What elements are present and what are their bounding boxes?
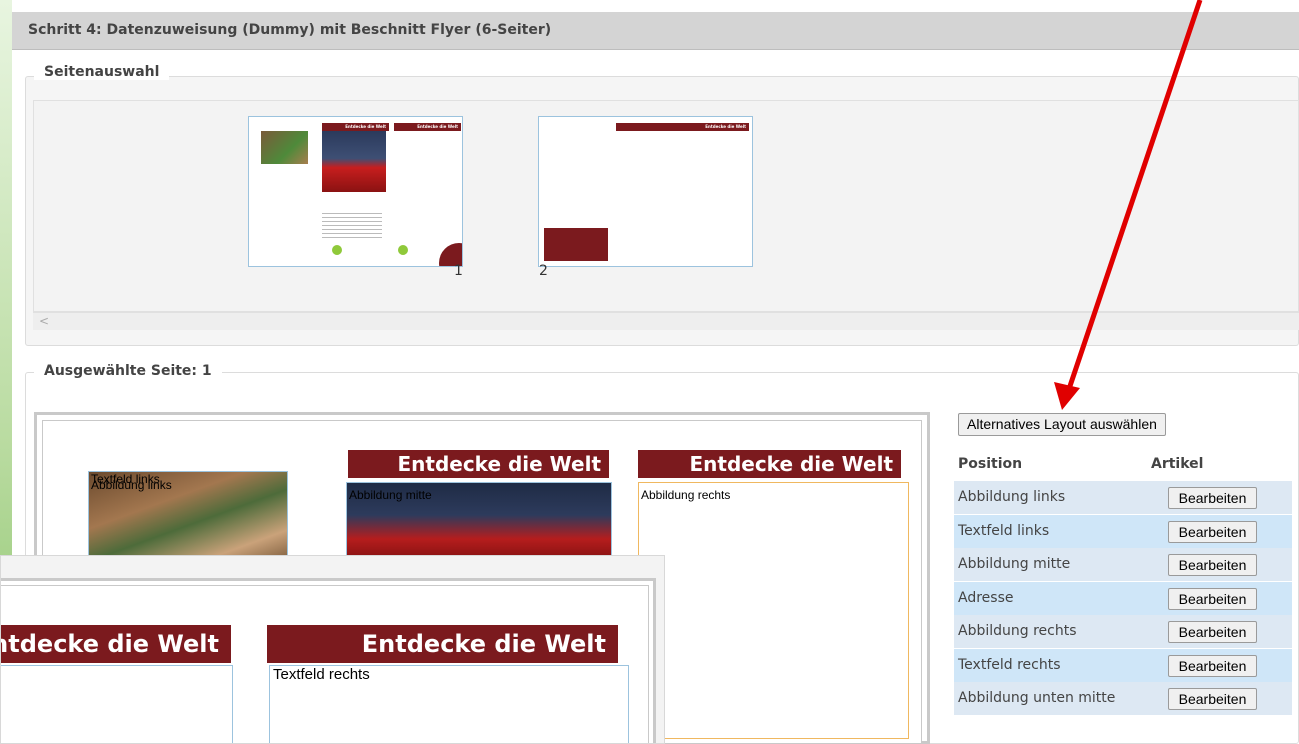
thumb-library-image [261,131,308,164]
edit-button[interactable]: Bearbeiten [1168,621,1257,643]
field-label-abbildung-links: Abbildung links [91,478,172,492]
page-selection-legend: Seitenauswahl [34,64,170,80]
step-title: Schritt 4: Datenzuweisung (Dummy) mit Be… [28,22,552,38]
banner-middle: Entdecke die Welt [348,450,609,478]
edit-button[interactable]: Bearbeiten [1168,587,1257,610]
zoom-banner-left: ntdecke die Welt [1,625,231,663]
field-abbildung-links[interactable]: Textfeld links Abbildung links [88,471,288,561]
edit-button[interactable]: Bearbeiten [1168,688,1257,710]
position-label: Textfeld rechts [958,656,1061,673]
thumb2-red-block [544,228,608,261]
selected-page-legend: Ausgewählte Seite: 1 [34,363,222,379]
thumb-text-lines [322,213,382,241]
page-thumbnail-2[interactable]: Entdecke die Welt [538,116,753,267]
thumb-green-dot-2 [398,245,408,255]
position-row: Textfeld rechts Bearbeiten [954,648,1292,682]
col-header-artikel: Artikel [1151,456,1204,472]
page-number-2: 2 [539,263,548,279]
position-label: Textfeld links [958,522,1050,539]
position-row: Textfeld links Bearbeiten [954,514,1292,548]
position-label: Adresse [958,589,1014,606]
arrow-head-icon [1054,382,1080,410]
edit-button[interactable]: Bearbeiten [1168,520,1257,543]
zoom-field-left[interactable] [1,665,233,743]
zoom-label-textfeld-rechts: Textfeld rechts [273,666,370,683]
field-label-abbildung-mitte: Abbildung mitte [349,488,432,502]
banner-right: Entdecke die Welt [638,450,901,478]
col-header-position: Position [958,456,1023,472]
field-label-abbildung-rechts: Abbildung rechts [641,488,731,502]
position-label: Abbildung mitte [958,556,1071,572]
position-label: Abbildung rechts [958,623,1077,639]
edit-button[interactable]: Bearbeiten [1168,654,1257,677]
position-label: Abbildung unten mitte [958,690,1116,706]
thumb-banner-left: Entdecke die Welt [322,123,389,131]
position-row: Adresse Bearbeiten [954,581,1292,615]
zoom-banner-right: Entdecke die Welt [267,625,618,663]
page-number-1: 1 [454,263,463,279]
edit-button[interactable]: Bearbeiten [1168,487,1257,509]
thumb-lighthouse-image [322,131,386,192]
position-row: Abbildung rechts Bearbeiten [954,615,1292,648]
position-row: Abbildung links Bearbeiten [954,481,1292,514]
zoom-field-textfeld-rechts[interactable]: Textfeld rechts [269,665,629,743]
edit-button[interactable]: Bearbeiten [1168,554,1257,576]
position-label: Abbildung links [958,489,1066,505]
red-arrow-annotation [1054,0,1203,410]
zoom-overlay: ntdecke die Welt Entdecke die Welt Textf… [0,555,665,744]
scroll-left-icon[interactable]: < [39,314,49,328]
thumb2-banner: Entdecke die Welt [616,123,749,131]
page-thumbnail-1[interactable]: Entdecke die Welt Entdecke die Welt [248,116,463,267]
thumb-green-dot-1 [332,245,342,255]
field-abbildung-rechts[interactable]: Abbildung rechts [638,482,909,739]
arrow-shaft [1065,0,1203,393]
thumb-banner-right: Entdecke die Welt [394,123,461,131]
position-row: Abbildung unten mitte Bearbeiten [954,682,1292,715]
position-row: Abbildung mitte Bearbeiten [954,548,1292,581]
field-abbildung-mitte[interactable]: Abbildung mitte [346,482,612,562]
